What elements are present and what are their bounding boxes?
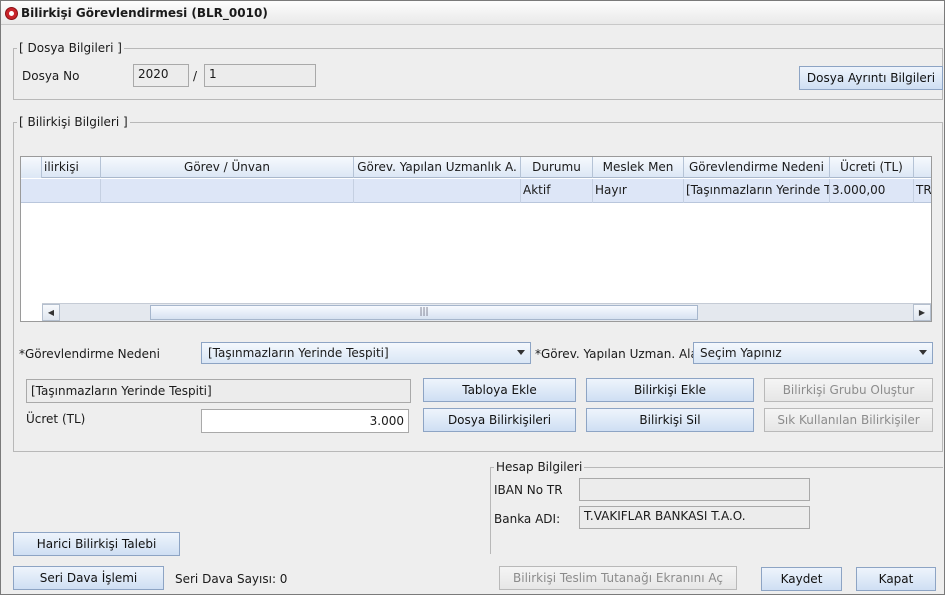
- bilirkisi-table: ilirkişi Görev / Ünvan Görev. Yapılan Uz…: [20, 156, 932, 322]
- scroll-left-icon[interactable]: ◀: [42, 304, 60, 321]
- tabloya-ekle-button[interactable]: Tabloya Ekle: [423, 378, 576, 402]
- teslim-tutanagi-button[interactable]: Bilirkişi Teslim Tutanağı Ekranını Aç: [499, 566, 737, 590]
- kapat-button[interactable]: Kapat: [856, 567, 936, 591]
- uzman-alani-label: *Görev. Yapılan Uzman. Alanı: [535, 347, 709, 361]
- cell-bilirkisi[interactable]: [42, 179, 101, 203]
- col-uzmanlik[interactable]: Görev. Yapılan Uzmanlık A.: [354, 157, 521, 178]
- cell-gorev-nedeni[interactable]: [Taşınmazların Yerinde T...: [684, 179, 830, 203]
- cell-uzmanlik[interactable]: [354, 179, 521, 203]
- cell-meslek[interactable]: Hayır: [593, 179, 684, 203]
- bilirkisi-legend: [ Bilirkişi Bilgileri ]: [17, 115, 130, 129]
- cell-extra[interactable]: TR: [914, 179, 931, 203]
- ucret-label: Ücret (TL): [26, 412, 86, 426]
- seri-dava-sayisi: Seri Dava Sayısı: 0: [175, 572, 288, 586]
- harici-talebi-button[interactable]: Harici Bilirkişi Talebi: [13, 532, 180, 556]
- col-ucreti[interactable]: Ücreti (TL): [830, 157, 914, 178]
- selected-nedeni-field: [Taşınmazların Yerinde Tespiti]: [26, 379, 411, 403]
- iban-label: IBAN No TR: [494, 483, 563, 497]
- uzman-alani-value: Seçim Yapınız: [700, 346, 782, 360]
- kaydet-button[interactable]: Kaydet: [761, 567, 842, 591]
- ucret-input[interactable]: 3.000: [201, 409, 409, 433]
- col-meslek[interactable]: Meslek Men: [593, 157, 684, 178]
- dosya-year-field[interactable]: 2020: [133, 64, 189, 87]
- banka-field: T.VAKIFLAR BANKASI T.A.O.: [579, 506, 810, 529]
- cell-ucreti[interactable]: 3.000,00: [830, 179, 914, 203]
- gorev-nedeni-value: [Taşınmazların Yerinde Tespiti]: [208, 346, 389, 360]
- uzman-alani-select[interactable]: Seçim Yapınız: [693, 342, 933, 364]
- bilirkisi-sil-button[interactable]: Bilirkişi Sil: [586, 408, 754, 432]
- scroll-right-icon[interactable]: ▶: [913, 304, 931, 321]
- cell-gorev-unvan[interactable]: [101, 179, 354, 203]
- grubu-olustur-button[interactable]: Bilirkişi Grubu Oluştur: [764, 378, 933, 402]
- col-gorev-unvan[interactable]: Görev / Ünvan: [101, 157, 354, 178]
- scroll-thumb[interactable]: |||: [150, 305, 698, 320]
- seri-dava-button[interactable]: Seri Dava İşlemi: [13, 566, 164, 590]
- table-row[interactable]: Aktif Hayır [Taşınmazların Yerinde T... …: [21, 179, 931, 203]
- banka-label: Banka ADI:: [494, 512, 561, 526]
- chevron-down-icon: [919, 350, 927, 355]
- dosya-detail-label: Dosya Ayrıntı Bilgileri: [806, 71, 936, 85]
- col-bilirkisi[interactable]: ilirkişi: [42, 157, 101, 178]
- dosya-number-field[interactable]: 1: [204, 64, 316, 87]
- dosya-legend: [ Dosya Bilgileri ]: [17, 41, 124, 55]
- col-gorev-nedeni[interactable]: Görevlendirme Nedeni: [684, 157, 830, 178]
- dosya-no-label: Dosya No: [22, 69, 80, 83]
- gorev-nedeni-label: *Görevlendirme Nedeni: [19, 347, 160, 361]
- hesap-legend: Hesap Bilgileri: [494, 460, 585, 474]
- dosya-detail-button[interactable]: Dosya Ayrıntı Bilgileri: [799, 66, 943, 90]
- dosya-separator: /: [193, 69, 198, 83]
- dosya-bilirkisileri-button[interactable]: Dosya Bilirkişileri: [423, 408, 576, 432]
- title-bar: Bilirkişi Görevlendirmesi (BLR_0010): [1, 1, 944, 25]
- app-logo-icon: [5, 7, 18, 20]
- cell-durumu[interactable]: Aktif: [521, 179, 593, 203]
- iban-field: [579, 478, 810, 501]
- gorev-nedeni-select[interactable]: [Taşınmazların Yerinde Tespiti]: [201, 342, 531, 364]
- chevron-down-icon: [517, 350, 525, 355]
- horizontal-scrollbar[interactable]: ◀ ||| ▶: [42, 303, 931, 321]
- window-title: Bilirkişi Görevlendirmesi (BLR_0010): [21, 6, 268, 20]
- table-corner: [21, 157, 42, 178]
- table-header: ilirkişi Görev / Ünvan Görev. Yapılan Uz…: [21, 157, 931, 178]
- col-extra[interactable]: [914, 157, 931, 178]
- main-window: Bilirkişi Görevlendirmesi (BLR_0010) [ D…: [0, 0, 945, 595]
- col-durumu[interactable]: Durumu: [521, 157, 593, 178]
- sik-kullanilan-button[interactable]: Sık Kullanılan Bilirkişiler: [764, 408, 933, 432]
- bilirkisi-ekle-button[interactable]: Bilirkişi Ekle: [586, 378, 754, 402]
